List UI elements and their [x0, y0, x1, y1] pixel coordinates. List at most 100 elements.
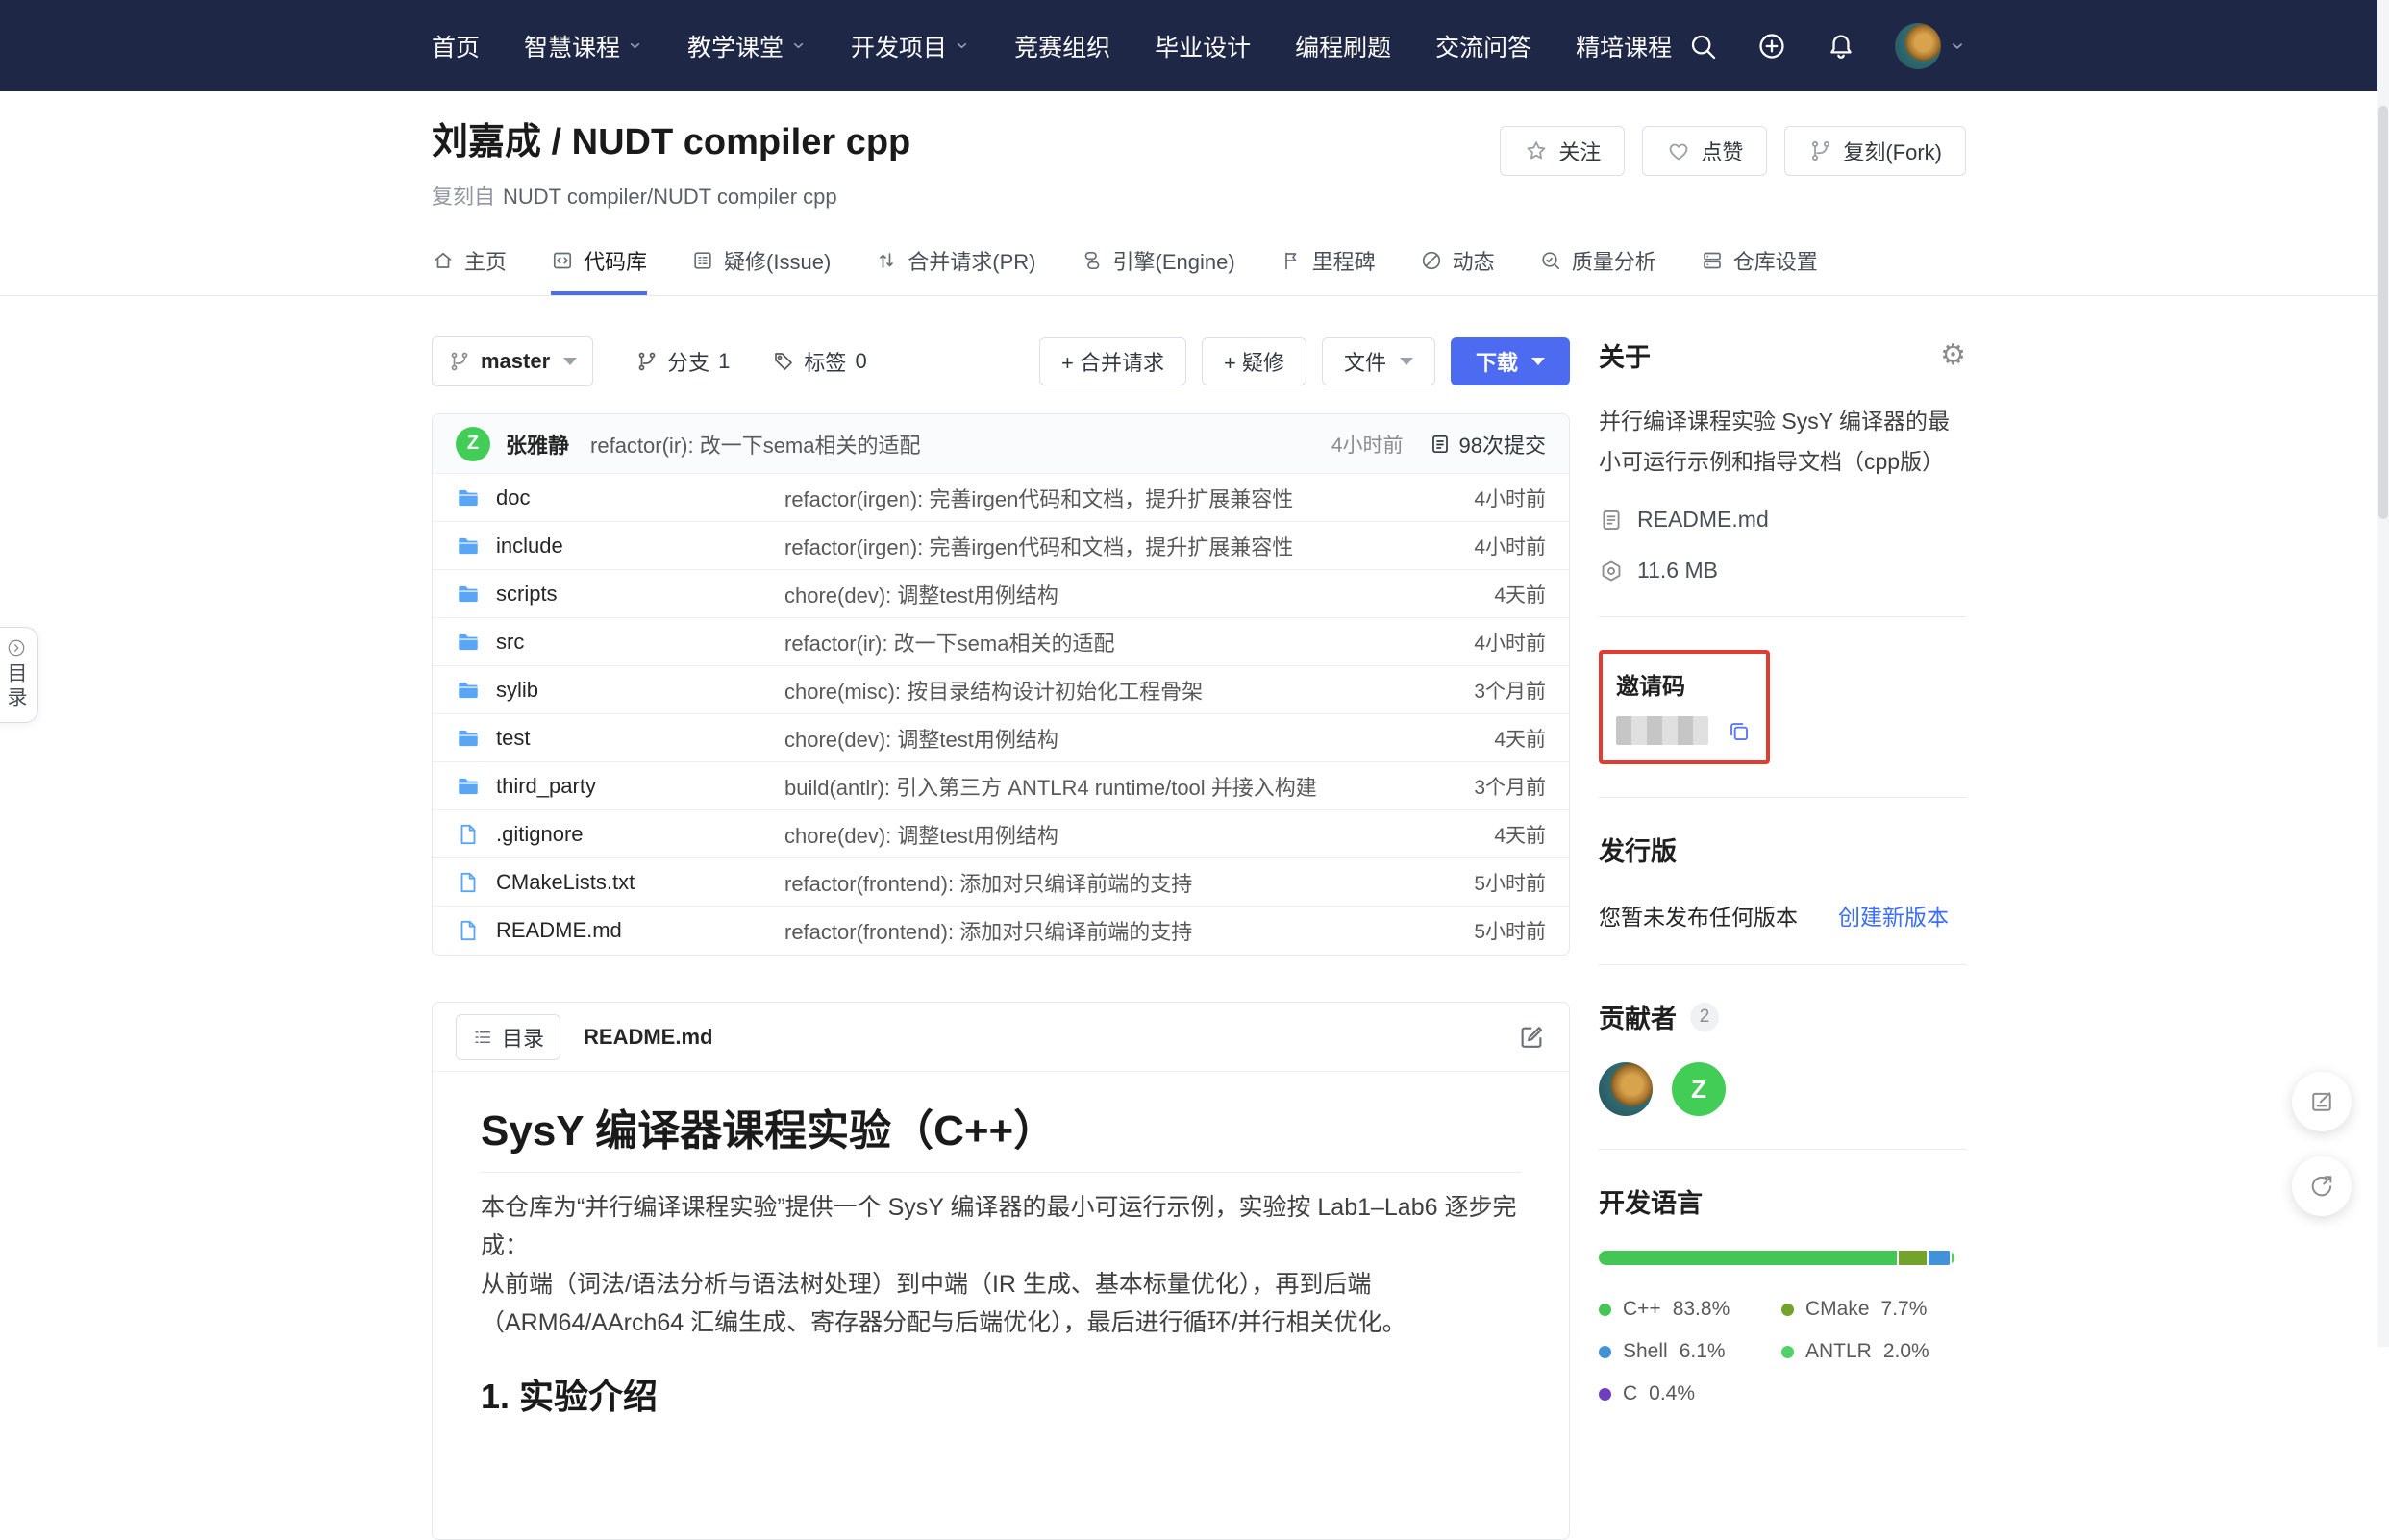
file-commit-message[interactable]: chore(dev): 调整test用例结构	[784, 723, 1494, 754]
file-name[interactable]: CMakeLists.txt	[496, 870, 784, 895]
edit-icon[interactable]	[1517, 1023, 1546, 1052]
feedback-fab[interactable]	[2292, 1072, 2352, 1131]
nav-item[interactable]: 毕业设计	[1155, 29, 1251, 63]
file-commit-message[interactable]: refactor(frontend): 添加对只编译前端的支持	[784, 867, 1474, 898]
language-name: ANTLR	[1805, 1340, 1872, 1363]
file-name[interactable]: include	[496, 534, 784, 559]
file-row[interactable]: sylib chore(misc): 按目录结构设计初始化工程骨架 3个月前	[433, 666, 1569, 714]
file-commit-message[interactable]: build(antlr): 引入第三方 ANTLR4 runtime/tool …	[784, 771, 1474, 802]
forked-from-repo-link[interactable]: NUDT compiler/NUDT compiler cpp	[503, 185, 837, 209]
fork-icon	[1808, 138, 1833, 163]
file-name[interactable]: scripts	[496, 582, 784, 607]
file-name[interactable]: .gitignore	[496, 822, 784, 847]
file-commit-time: 5小时前	[1474, 916, 1546, 945]
readme-paragraph: 本仓库为“并行编译课程实验”提供一个 SysY 编译器的最小可运行示例，实验按 …	[481, 1188, 1521, 1342]
nav-item[interactable]: 交流问答	[1435, 29, 1531, 63]
file-name[interactable]: third_party	[496, 774, 784, 799]
tab-icon	[875, 249, 898, 272]
gear-icon[interactable]: ⚙	[1940, 341, 1966, 370]
copy-icon[interactable]	[1726, 718, 1752, 744]
bell-icon[interactable]	[1826, 31, 1856, 62]
file-row[interactable]: CMakeLists.txt refactor(frontend): 添加对只编…	[433, 858, 1569, 907]
language-color-dot	[1599, 1388, 1611, 1401]
tab-icon	[1280, 249, 1303, 272]
avatar[interactable]	[1895, 23, 1941, 69]
commit-author[interactable]: 张雅静	[506, 429, 569, 460]
branch-selector[interactable]: master	[432, 336, 593, 386]
repo-tab[interactable]: 合并请求(PR)	[875, 245, 1035, 295]
file-commit-message[interactable]: refactor(frontend): 添加对只编译前端的支持	[784, 915, 1474, 946]
document-icon	[1599, 508, 1624, 533]
scrollbar-thumb[interactable]	[2378, 106, 2388, 519]
chevron-down-icon	[1949, 37, 1966, 55]
file-row[interactable]: README.md refactor(frontend): 添加对只编译前端的支…	[433, 907, 1569, 955]
commit-author-avatar[interactable]: Z	[456, 427, 490, 461]
contributor-avatar[interactable]	[1599, 1062, 1653, 1116]
readme-link[interactable]: README.md	[1599, 507, 1966, 533]
repo-tab[interactable]: 里程碑	[1280, 245, 1376, 295]
file-commit-message[interactable]: chore(misc): 按目录结构设计初始化工程骨架	[784, 675, 1474, 706]
toc-float-label: 目录	[1, 662, 30, 710]
plus-circle-icon[interactable]	[1756, 31, 1787, 62]
file-commit-message[interactable]: refactor(ir): 改一下sema相关的适配	[784, 627, 1474, 658]
toc-float-tab[interactable]: 目录	[0, 627, 38, 723]
tags-count: 0	[855, 349, 866, 374]
repo-tab[interactable]: 代码库	[551, 245, 647, 295]
file-commit-message[interactable]: chore(dev): 调整test用例结构	[784, 579, 1494, 609]
file-commit-message[interactable]: refactor(irgen): 完善irgen代码和文档，提升扩展兼容性	[784, 483, 1474, 513]
file-commit-message[interactable]: chore(dev): 调整test用例结构	[784, 819, 1494, 850]
share-fab[interactable]	[2292, 1156, 2352, 1216]
commit-message[interactable]: refactor(ir): 改一下sema相关的适配	[590, 429, 920, 460]
file-row[interactable]: doc refactor(irgen): 完善irgen代码和文档，提升扩展兼容…	[433, 474, 1569, 522]
nav-item[interactable]: 编程刷题	[1295, 29, 1391, 63]
files-dropdown-button[interactable]: 文件	[1322, 337, 1435, 385]
repo-tab[interactable]: 仓库设置	[1701, 245, 1818, 295]
nav-item[interactable]: 精培课程	[1576, 29, 1672, 63]
user-menu[interactable]	[1895, 23, 1966, 69]
language-legend: C++ 83.8% Shell 6.1% C 0.4% CMake 7.7% A…	[1599, 1298, 1966, 1425]
folder-icon	[456, 630, 481, 655]
repo-tab[interactable]: 主页	[432, 245, 507, 295]
create-release-link[interactable]: 创建新版本	[1838, 899, 1949, 931]
repo-tab[interactable]: 疑修(Issue)	[691, 245, 831, 295]
commits-link[interactable]: 98次提交	[1429, 429, 1546, 460]
search-icon[interactable]	[1687, 31, 1718, 62]
new-issue-button[interactable]: + 疑修	[1202, 337, 1306, 385]
toc-button[interactable]: 目录	[456, 1014, 560, 1060]
watch-button[interactable]: 关注	[1500, 126, 1625, 176]
folder-icon	[456, 534, 481, 559]
nav-item[interactable]: 教学课堂	[687, 29, 807, 63]
file-row[interactable]: test chore(dev): 调整test用例结构 4天前	[433, 714, 1569, 762]
tags-link[interactable]: 标签 0	[772, 346, 866, 377]
tab-label: 引擎(Engine)	[1113, 245, 1235, 276]
repo-tab[interactable]: 引擎(Engine)	[1081, 245, 1235, 295]
nav-item[interactable]: 首页	[432, 29, 480, 63]
contributor-avatar[interactable]: Z	[1672, 1062, 1726, 1116]
file-commit-time: 4小时前	[1474, 628, 1546, 657]
file-row[interactable]: .gitignore chore(dev): 调整test用例结构 4天前	[433, 810, 1569, 858]
file-commit-message[interactable]: refactor(irgen): 完善irgen代码和文档，提升扩展兼容性	[784, 531, 1474, 561]
file-name[interactable]: README.md	[496, 918, 784, 943]
file-name[interactable]: doc	[496, 485, 784, 510]
file-name[interactable]: src	[496, 630, 784, 655]
fork-button[interactable]: 复刻(Fork)	[1784, 126, 1966, 176]
nav-item[interactable]: 开发项目	[851, 29, 970, 63]
file-row[interactable]: include refactor(irgen): 完善irgen代码和文档，提升…	[433, 522, 1569, 570]
tab-icon	[1701, 249, 1724, 272]
download-button[interactable]: 下载	[1451, 337, 1570, 385]
file-name[interactable]: test	[496, 726, 784, 751]
tab-label: 质量分析	[1572, 245, 1656, 276]
file-row[interactable]: src refactor(ir): 改一下sema相关的适配 4小时前	[433, 618, 1569, 666]
nav-item-label: 开发项目	[851, 29, 947, 63]
nav-item-label: 教学课堂	[687, 29, 784, 63]
new-pr-button[interactable]: + 合并请求	[1039, 337, 1186, 385]
like-button[interactable]: 点赞	[1642, 126, 1767, 176]
nav-item[interactable]: 竞赛组织	[1014, 29, 1110, 63]
repo-tab[interactable]: 动态	[1420, 245, 1495, 295]
file-row[interactable]: third_party build(antlr): 引入第三方 ANTLR4 r…	[433, 762, 1569, 810]
repo-tab[interactable]: 质量分析	[1539, 245, 1656, 295]
nav-item[interactable]: 智慧课程	[524, 29, 643, 63]
file-row[interactable]: scripts chore(dev): 调整test用例结构 4天前	[433, 570, 1569, 618]
branches-link[interactable]: 分支 1	[635, 346, 730, 377]
file-name[interactable]: sylib	[496, 678, 784, 703]
